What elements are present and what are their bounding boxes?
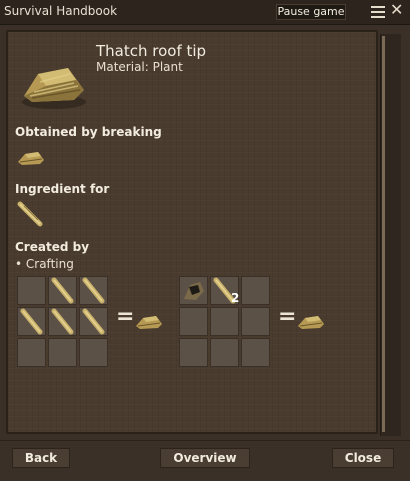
window-title: Survival Handbook	[4, 4, 118, 18]
equals-sign: =	[116, 304, 135, 329]
grid-slot[interactable]	[210, 338, 239, 367]
grid-slot[interactable]	[241, 276, 270, 305]
thatch-roof-tip-icon[interactable]	[16, 146, 46, 168]
thatch-roof-tip-icon[interactable]	[134, 310, 164, 332]
thatch-roof-tip-icon[interactable]	[296, 310, 326, 332]
grid-slot[interactable]	[179, 307, 208, 336]
grid-slot[interactable]	[241, 338, 270, 367]
grid-slot[interactable]	[79, 276, 108, 305]
recipe-grid-2	[179, 276, 271, 368]
grid-slot[interactable]	[179, 338, 208, 367]
grid-slot[interactable]	[17, 276, 46, 305]
close-button[interactable]: Close	[332, 448, 394, 468]
close-icon[interactable]: ✕	[390, 0, 403, 19]
scrollbar-thumb[interactable]	[382, 36, 385, 432]
overview-button[interactable]: Overview	[160, 448, 250, 468]
ingredient-for-title: Ingredient for	[15, 182, 110, 196]
grid-slot[interactable]	[179, 276, 208, 305]
dark-item-icon	[184, 282, 204, 300]
item-material: Material: Plant	[96, 60, 183, 74]
straw-icon	[82, 308, 105, 335]
equals-sign: =	[278, 304, 297, 329]
created-by-title: Created by	[15, 240, 90, 254]
straw-icon	[51, 308, 74, 335]
back-button[interactable]: Back	[12, 448, 70, 468]
pause-game-button[interactable]: Pause game	[276, 4, 346, 20]
straw-icon	[82, 277, 105, 304]
grid-slot[interactable]	[48, 338, 77, 367]
grid-slot[interactable]	[17, 307, 46, 336]
hamburger-menu-icon[interactable]	[370, 3, 386, 19]
title-bar: Survival Handbook Pause game ✕	[0, 0, 410, 25]
straw-icon	[20, 308, 43, 335]
grid-slot[interactable]	[210, 307, 239, 336]
grid-slot[interactable]	[79, 338, 108, 367]
straw-icon	[51, 277, 74, 304]
obtained-by-breaking-title: Obtained by breaking	[15, 125, 162, 139]
recipe-grid-1	[17, 276, 109, 368]
crafting-method: • Crafting	[15, 257, 74, 271]
grid-slot[interactable]	[17, 338, 46, 367]
quantity-label: 2	[231, 291, 240, 305]
thatch-roof-tip-icon	[22, 68, 86, 109]
straw-icon[interactable]	[14, 200, 44, 228]
item-name: Thatch roof tip	[96, 42, 207, 60]
grid-slot[interactable]	[241, 307, 270, 336]
scrollbar[interactable]	[380, 34, 401, 436]
grid-slot[interactable]	[48, 276, 77, 305]
grid-slot[interactable]	[48, 307, 77, 336]
grid-slot[interactable]	[79, 307, 108, 336]
